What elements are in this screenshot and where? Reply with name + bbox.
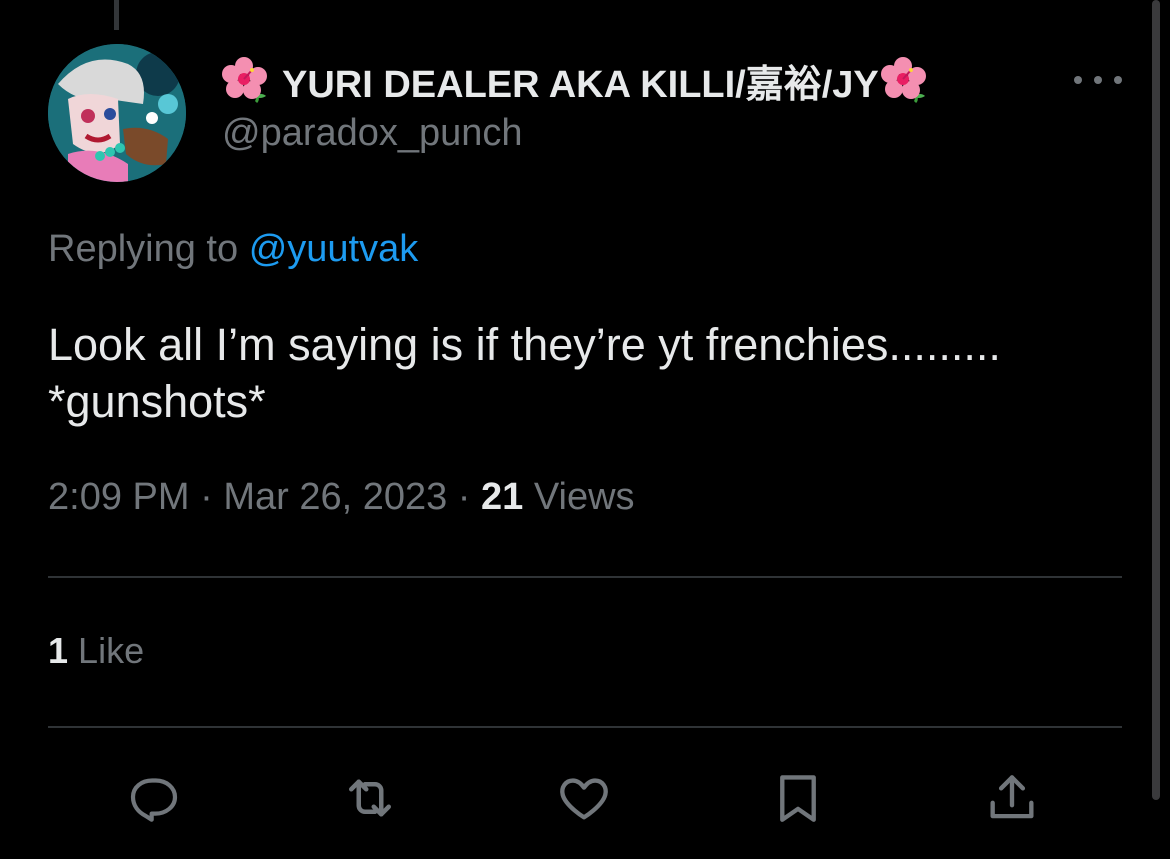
tweet-time[interactable]: 2:09 PM	[48, 476, 190, 518]
more-options-icon[interactable]	[1074, 66, 1122, 94]
replying-to-mention[interactable]: @yuutvak	[249, 228, 419, 270]
heart-icon[interactable]	[552, 766, 616, 830]
hibiscus-icon	[880, 56, 929, 104]
views-count: 21	[481, 476, 524, 518]
tweet-text: Look all I’m saying is if they’re yt fre…	[48, 319, 1001, 427]
thread-connector-line	[114, 0, 119, 30]
user-handle[interactable]: @paradox_punch	[222, 112, 523, 155]
tweet-metadata: 2:09 PM · Mar 26, 2023 · 21 Views	[48, 476, 635, 519]
dot	[1094, 76, 1102, 84]
separator: ·	[200, 476, 213, 518]
dot	[1114, 76, 1122, 84]
hibiscus-icon	[222, 56, 270, 104]
likes-label: Like	[78, 630, 145, 671]
display-name-text: YURI DEALER AKA KILLI/嘉裕/JY	[282, 63, 879, 106]
divider	[48, 726, 1122, 728]
avatar[interactable]	[48, 44, 186, 182]
tweet-date[interactable]: Mar 26, 2023	[223, 476, 447, 518]
retweet-icon[interactable]	[338, 766, 402, 830]
likes-count: 1	[48, 630, 69, 671]
scrollbar[interactable]	[1152, 0, 1160, 800]
likes-summary[interactable]: 1 Like	[48, 630, 144, 672]
replying-to-prefix: Replying to	[48, 228, 239, 270]
share-icon[interactable]	[980, 766, 1044, 830]
separator: ·	[457, 476, 471, 518]
views-label: Views	[533, 476, 635, 518]
dot	[1074, 76, 1082, 84]
reply-icon[interactable]	[122, 766, 186, 830]
divider	[48, 576, 1122, 578]
display-name[interactable]: YURI DEALER AKA KILLI/嘉裕/JY	[222, 52, 929, 108]
bookmark-icon[interactable]	[766, 766, 830, 830]
replying-to-line: Replying to @yuutvak	[48, 228, 418, 271]
